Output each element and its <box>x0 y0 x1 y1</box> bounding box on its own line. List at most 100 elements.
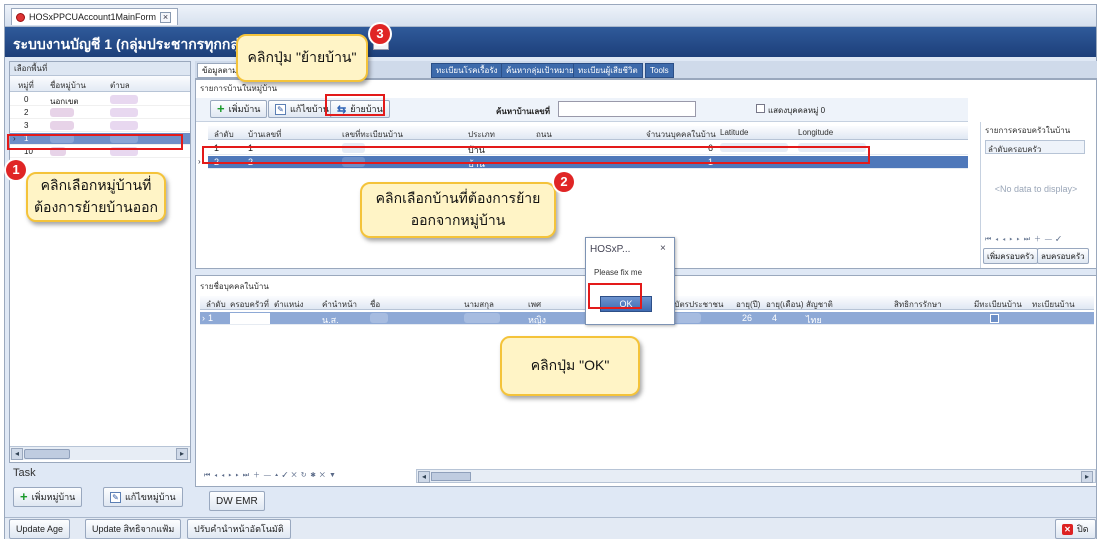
col-tambon: ตำบล <box>110 81 130 90</box>
person-nationality: ไทย <box>806 315 822 325</box>
add-village-label: เพิ่มหมู่บ้าน <box>31 492 76 502</box>
highlight-selected-house <box>202 146 870 164</box>
edit-village-label: แก้ไขหมู่บ้าน <box>125 492 176 502</box>
app-icon <box>16 12 25 22</box>
family-navigator[interactable]: ⏮ ◂ ◂ ▸ ▸ ⏭ ＋ — ✓ <box>985 234 1062 244</box>
village-panel: เลือกพื้นที่ หมู่ที่ ชื่อหมู่บ้าน ตำบล 0… <box>9 61 191 463</box>
col-order: ลำดับ <box>206 300 226 309</box>
dialog-message: Please fix me <box>594 268 643 277</box>
close-icon: ✕ <box>1062 523 1073 535</box>
scroll-left-icon[interactable]: ◂ <box>418 471 430 483</box>
callout-step3: คลิกปุ่ม "ย้ายบ้าน" <box>236 34 368 82</box>
col-right: สิทธิการรักษา <box>894 300 942 309</box>
add-house-button[interactable]: + เพิ่มบ้าน <box>210 100 268 118</box>
scroll-left-icon[interactable]: ◂ <box>11 448 23 460</box>
village-moo: 2 <box>24 108 29 117</box>
edit-icon: ✎ <box>275 103 286 115</box>
col-age-year: อายุ(ปี) <box>736 300 761 309</box>
highlight-ok-button <box>588 283 642 309</box>
village-row[interactable]: 2 xxxxxx xxxxxxx <box>10 107 190 119</box>
add-house-label: เพิ่มบ้าน <box>228 104 261 114</box>
col-has-house-reg: มีทะเบียนบ้าน <box>974 300 1022 309</box>
village-row[interactable]: 0 นอกเขต xxxxxxx <box>10 94 190 106</box>
close-button[interactable]: ✕ ปิด <box>1055 519 1096 539</box>
person-prefix: น.ส. <box>322 315 339 325</box>
row-indicator-icon: › <box>198 157 201 166</box>
col-last-name: นามสกุล <box>464 300 494 309</box>
task-label: Task <box>13 467 36 479</box>
tab-target-search[interactable]: ค้นหากลุ่มเป้าหมาย <box>501 63 579 78</box>
village-grid-header: หมู่ที่ ชื่อหมู่บ้าน ตำบล <box>10 76 190 92</box>
document-tabstrip: HOSxPPCUAccount1MainForm × <box>5 5 1096 27</box>
family-empty-text: <No data to display> <box>994 184 1078 194</box>
tab-close-icon[interactable]: × <box>160 11 172 23</box>
person-sex: หญิง <box>528 315 546 325</box>
col-prefix: คำนำหน้า <box>322 300 358 309</box>
show-persons-checkbox[interactable] <box>756 104 765 113</box>
scroll-thumb[interactable] <box>24 449 70 459</box>
main-window: HOSxPPCUAccount1MainForm × ระบบงานบัญชี … <box>4 4 1097 539</box>
update-right-button[interactable]: Update สิทธิจากแฟ้ม <box>85 519 182 539</box>
tab-tools[interactable]: Tools <box>645 63 674 78</box>
form-title-bar: ระบบงานบัญชี 1 (กลุ่มประชากรทุกกลุ่มอายุ… <box>5 27 1096 57</box>
village-name: xxxxxx <box>50 121 74 130</box>
village-row[interactable]: 3 xxxxxx xxxxxxx <box>10 120 190 132</box>
has-house-reg-checkbox[interactable] <box>990 314 999 323</box>
village-tambon: xxxxxxx <box>110 95 138 104</box>
step3-badge: 3 <box>370 24 390 44</box>
person-navigator[interactable]: ⏮ ◂ ◂ ▸ ▸ ⏭ ＋ — ▴ ✓ ✕ ↻ ✱ ✕ ▼ <box>204 470 337 480</box>
edit-house-label: แก้ไขบ้าน <box>290 104 329 114</box>
scroll-thumb[interactable] <box>431 472 471 481</box>
tab-chronic-registry[interactable]: ทะเบียนโรคเรื้อรัง <box>431 63 503 78</box>
col-first-name: ชื่อ <box>370 300 381 309</box>
person-last-name: xxxxxxxx <box>464 313 500 323</box>
col-latitude: Latitude <box>720 128 749 137</box>
house-section-title: รายการบ้านในหมู่บ้าน <box>200 84 278 93</box>
scroll-right-icon[interactable]: ▸ <box>1081 471 1093 483</box>
message-dialog: HOSxP... × Please fix me OK <box>585 237 675 325</box>
village-hscrollbar[interactable]: ◂ ▸ <box>10 446 190 460</box>
update-age-button[interactable]: Update Age <box>9 519 71 539</box>
dialog-close-icon[interactable]: × <box>660 243 666 254</box>
col-order: ลำดับ <box>214 130 234 139</box>
village-tambon: xxxxxxx <box>110 121 138 130</box>
callout-step2-line1: คลิกเลือกบ้านที่ต้องการย้าย <box>375 190 541 206</box>
edit-village-button[interactable]: ✎ แก้ไขหมู่บ้าน <box>103 487 183 507</box>
person-hscrollbar[interactable]: ◂ ▸ <box>416 469 1096 483</box>
col-position: ตำแหน่ง <box>274 300 304 309</box>
plus-icon: + <box>20 489 28 504</box>
document-tab-label: HOSxPPCUAccount1MainForm <box>29 12 157 22</box>
family-panel-title: รายการครอบครัวในบ้าน <box>985 126 1071 135</box>
col-person-count: จำนวนบุคคลในบ้าน <box>646 130 716 139</box>
scroll-right-icon[interactable]: ▸ <box>176 448 188 460</box>
col-sex: เพศ <box>528 300 542 309</box>
edit-icon: ✎ <box>110 491 121 503</box>
add-family-button[interactable]: เพิ่มครอบครัว <box>983 248 1038 264</box>
col-family-no: ครอบครัวที่ <box>230 300 269 309</box>
callout-step4: คลิกปุ่ม "OK" <box>500 336 640 396</box>
dw-emr-button[interactable]: DW EMR <box>209 491 265 511</box>
col-type: ประเภท <box>468 130 495 139</box>
tab-death-registry[interactable]: ทะเบียนผู้เสียชีวิต <box>573 63 643 78</box>
plus-icon: + <box>217 101 225 116</box>
document-tab[interactable]: HOSxPPCUAccount1MainForm × <box>11 8 179 25</box>
col-house-reg: ทะเบียนบ้าน <box>1032 300 1075 309</box>
village-name: xxxxxx <box>50 108 74 117</box>
person-age-year: 26 <box>742 313 753 323</box>
callout-step1-line1: คลิกเลือกหมู่บ้านที่ <box>40 177 152 193</box>
person-section-title: รายชื่อบุคคลในบ้าน <box>200 282 269 291</box>
add-village-button[interactable]: + เพิ่มหมู่บ้าน <box>13 487 83 507</box>
person-family-cell[interactable] <box>230 313 270 324</box>
village-moo: 3 <box>24 121 29 130</box>
col-age-month: อายุ(เดือน) <box>766 300 804 309</box>
callout-step2-line2: ออกจากหมู่บ้าน <box>410 212 506 228</box>
house-search-input[interactable] <box>558 101 696 117</box>
village-tambon: xxxxxxx <box>110 108 138 117</box>
person-age-month: 4 <box>772 313 778 323</box>
delete-family-button[interactable]: ลบครอบครัว <box>1037 248 1089 264</box>
dialog-title: HOSxP... <box>590 244 631 255</box>
highlight-move-house-button <box>325 94 385 116</box>
row-indicator-icon: › <box>202 313 205 323</box>
col-nationality: สัญชาติ <box>806 300 833 309</box>
adjust-prefix-button[interactable]: ปรับคำนำหน้าอัตโนมัติ <box>187 519 291 539</box>
